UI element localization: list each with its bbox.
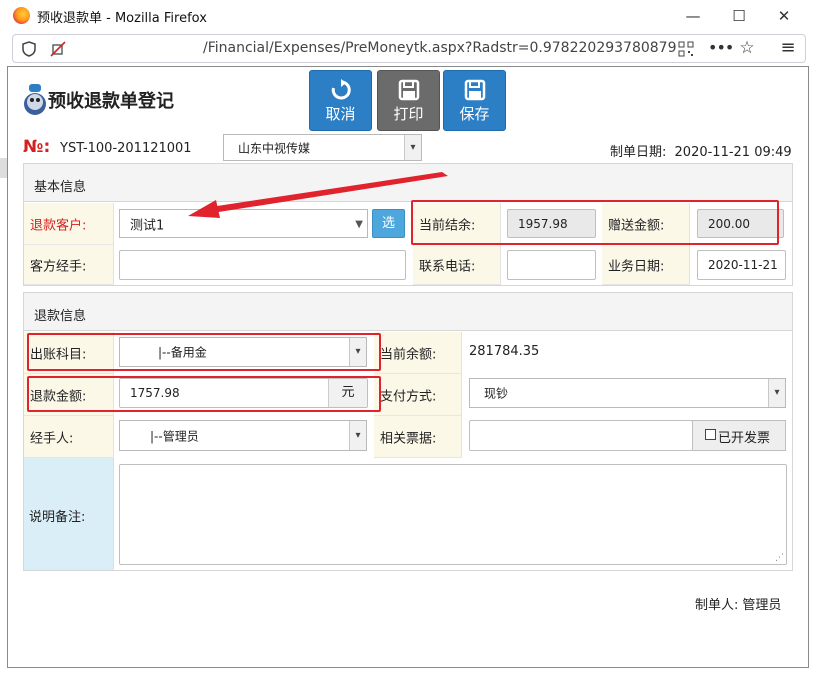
caret-down-icon: ▼ [355, 219, 363, 230]
refresh-icon [331, 79, 351, 100]
print-button[interactable]: 打印 [377, 70, 440, 131]
invoice-checkbox[interactable]: 已开发票 [692, 420, 786, 451]
doc-no-value: YST-100-201121001 [60, 141, 192, 156]
client-manager-input[interactable] [119, 250, 406, 280]
close-button[interactable]: ✕ [772, 4, 796, 28]
doc-no-label: №: [23, 137, 51, 157]
floppy-icon [464, 79, 485, 101]
maker: 制单人: 管理员 [695, 594, 781, 613]
firefox-icon [13, 7, 30, 24]
url-bar[interactable]: /Financial/Expenses/PreMoneytk.aspx?Rads… [12, 34, 806, 63]
maker-label: 制单人: [695, 598, 739, 613]
basic-info-title: 基本信息 [34, 180, 87, 195]
pay-method-value: 现钞 [484, 386, 509, 401]
handler-value: |--管理员 [150, 429, 199, 443]
no-tracking-icon[interactable] [50, 41, 66, 57]
refund-info-header: 退款信息 [24, 293, 792, 331]
bills-input[interactable] [469, 420, 693, 451]
remark-label: 说明备注: [24, 458, 114, 570]
arrow-annotation [188, 172, 448, 218]
cancel-button[interactable]: 取消 [309, 70, 372, 131]
print-button-label: 打印 [393, 105, 424, 123]
resize-handle-icon[interactable]: ⋰ [775, 553, 784, 563]
highlight-box-account [27, 333, 381, 371]
save-button-label: 保存 [459, 105, 490, 123]
chevron-down-icon: ▾ [349, 421, 366, 450]
bizdate-value: 2020-11-21 [708, 258, 778, 272]
chevron-down-icon: ▾ [404, 135, 421, 160]
create-date-value: 2020-11-21 09:49 [674, 145, 792, 160]
window-titlebar: 预收退款单 - Mozilla Firefox — ☐ ✕ [0, 0, 816, 32]
pay-method-select[interactable]: 现钞 ▾ [469, 378, 786, 408]
invoice-label: 已开发票 [718, 431, 771, 446]
checkbox-box[interactable] [705, 429, 716, 440]
company-select-value: 山东中视传媒 [238, 141, 311, 155]
highlight-box-balance [411, 200, 779, 245]
save-button[interactable]: 保存 [443, 70, 506, 131]
shield-icon[interactable] [22, 41, 36, 57]
menu-icon[interactable]: ≡ [778, 38, 798, 58]
company-select[interactable]: 山东中视传媒 ▾ [223, 134, 422, 161]
remark-label-text: 说明备注: [29, 510, 86, 525]
create-date-label: 制单日期: 2020-11-21 09:49 [610, 141, 792, 160]
cancel-button-label: 取消 [325, 105, 356, 123]
remark-textarea[interactable]: ⋰ [119, 464, 787, 565]
refund-info-title: 退款信息 [34, 309, 87, 324]
window-title: 预收退款单 - Mozilla Firefox [37, 11, 207, 26]
customer-value: 测试1 [130, 218, 165, 233]
phone-label: 联系电话: [413, 245, 501, 285]
star-icon[interactable]: ☆ [737, 38, 757, 58]
create-date-label-text: 制单日期: [610, 145, 667, 160]
customer-label: 退款客户: [24, 203, 114, 245]
maximize-button[interactable]: ☐ [727, 4, 751, 28]
client-manager-label: 客方经手: [24, 245, 114, 285]
qr-icon[interactable] [678, 41, 694, 57]
page-title: 预收退款单登记 [48, 91, 174, 112]
maker-value: 管理员 [742, 598, 782, 613]
phone-input[interactable] [507, 250, 596, 280]
highlight-box-amount [27, 376, 381, 412]
current-balance-value: 281784.35 [469, 344, 540, 359]
bizdate-label: 业务日期: [602, 245, 690, 285]
handler-label: 经手人: [24, 416, 114, 458]
url-text[interactable]: /Financial/Expenses/PreMoneytk.aspx?Rads… [203, 40, 676, 56]
handler-select[interactable]: |--管理员 ▾ [119, 420, 367, 451]
bizdate-input[interactable]: 2020-11-21 [697, 250, 786, 280]
pay-method-label: 支付方式: [374, 374, 462, 416]
floppy-icon [398, 79, 419, 101]
bills-label: 相关票据: [374, 416, 462, 458]
mascot-logo [24, 84, 46, 115]
minimize-button[interactable]: — [681, 4, 705, 28]
chevron-down-icon: ▾ [768, 379, 785, 407]
more-icon[interactable]: ••• [708, 38, 734, 58]
current-balance-label: 当前余额: [374, 332, 462, 374]
